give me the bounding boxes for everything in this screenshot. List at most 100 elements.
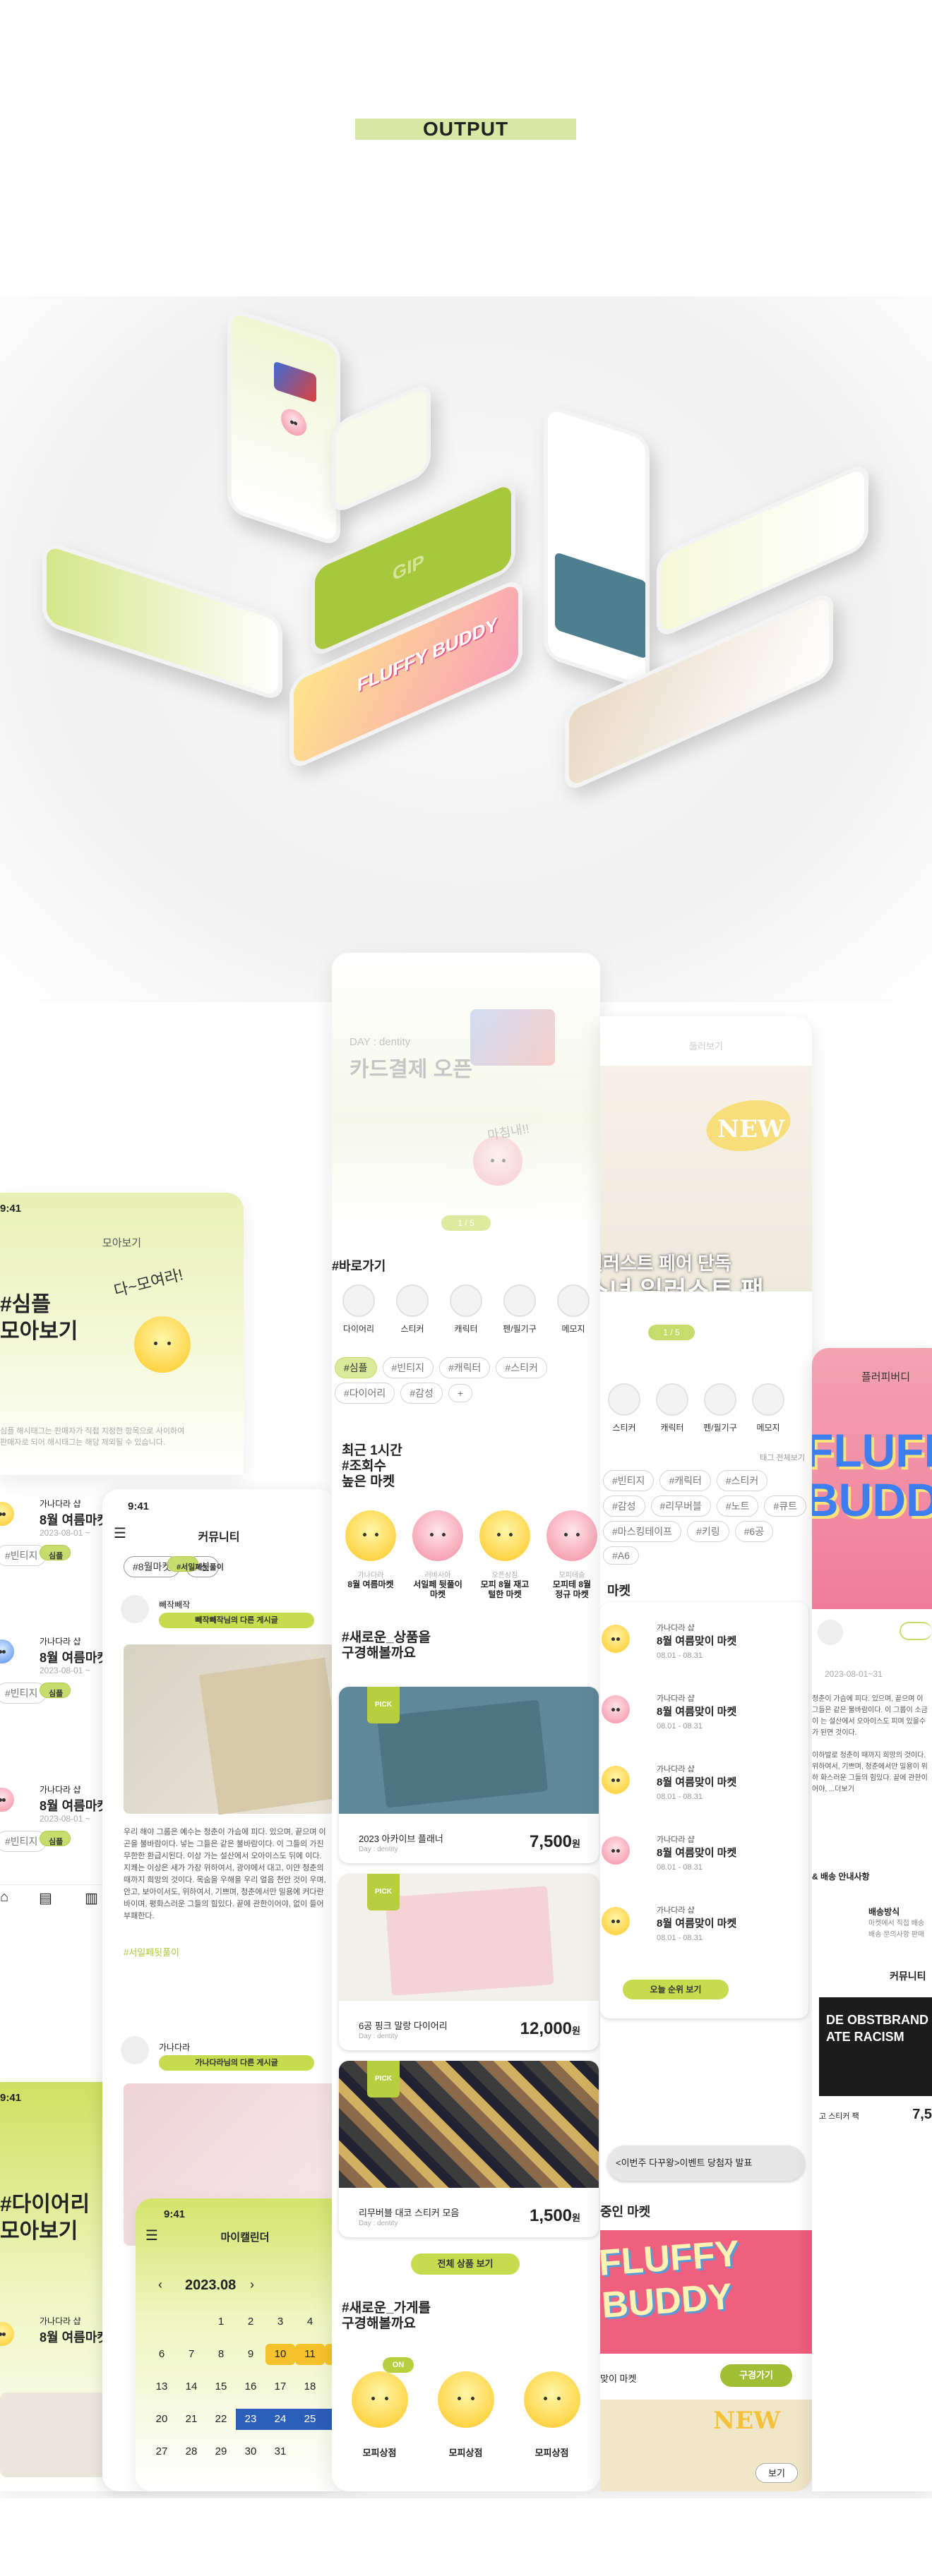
day-cell[interactable]: 6 [147, 2344, 177, 2365]
sale-item[interactable]: 가나다라 샵 8월 여름맞이 마켓 08.01 - 08.31 [602, 1828, 805, 1891]
day-cell[interactable]: 27 [147, 2441, 177, 2462]
user-posts-button[interactable]: 가나다라님의 다른 게시글 [159, 2055, 314, 2071]
sale-item[interactable]: 가나다라 샵 8월 여름맞이 마켓 08.01 - 08.31 [602, 1616, 805, 1680]
product-card[interactable]: PICK 리무버블 대코 스티커 모음 Day : dentity 1,500원 [339, 2061, 599, 2237]
avatar[interactable] [121, 2036, 149, 2064]
follow-button[interactable] [900, 1622, 932, 1640]
day-cell[interactable] [295, 2441, 325, 2462]
chip[interactable]: #빈티지 [382, 1357, 434, 1378]
sale-item[interactable]: 가나다라 샵 8월 여름맞이 마켓 08.01 - 08.31 [602, 1898, 805, 1962]
chip[interactable]: #노트 [716, 1495, 759, 1517]
recent-item[interactable]: 가나다라 8월 여름마켓 [339, 1510, 402, 1589]
view-button[interactable]: 보기 [755, 2463, 798, 2483]
recent-item[interactable]: 러바사아 서일페 뒷풀이 마켓 [406, 1510, 470, 1599]
day-cell[interactable]: 16 [236, 2376, 265, 2397]
day-cell[interactable]: 4 [295, 2311, 325, 2333]
day-cell[interactable]: 10 [265, 2344, 295, 2365]
next-month-icon[interactable]: › [250, 2277, 254, 2292]
hero-banner[interactable]: DAY : dentity 카드결제 오픈 마침내!! [332, 953, 600, 1228]
quick-item[interactable]: 메모지 [546, 1284, 600, 1335]
home-icon[interactable]: ⌂ [0, 1889, 8, 1906]
day-cell[interactable]: 31 [265, 2441, 295, 2462]
chip[interactable]: + [448, 1384, 473, 1402]
chip[interactable]: #큐트 [764, 1495, 806, 1517]
quick-item[interactable]: 다이어리 [332, 1284, 386, 1335]
user-posts-button[interactable]: 빼작빼작님의 다른 게시글 [159, 1613, 314, 1628]
day-cell[interactable]: 15 [206, 2376, 236, 2397]
chip[interactable]: 심플 [40, 1545, 71, 1560]
browse-button[interactable]: 구경가기 [720, 2364, 792, 2387]
day-cell[interactable]: 14 [177, 2376, 206, 2397]
quick-item[interactable]: 캐릭터 [648, 1383, 696, 1433]
recent-item[interactable]: 오픈상점 모피 8월 재고 털한 마켓 [473, 1510, 537, 1599]
chip[interactable]: #감성 [400, 1383, 443, 1404]
day-cell[interactable]: 18 [295, 2376, 325, 2397]
chip[interactable]: #마스킹테이프 [603, 1521, 682, 1542]
day-cell[interactable]: 7 [177, 2344, 206, 2365]
product-price: 7,5 [912, 2107, 932, 2122]
sale-item[interactable]: 가나다라 샵 8월 여름맞이 마켓 08.01 - 08.31 [602, 1687, 805, 1750]
quick-item[interactable]: 펜/필기구 [696, 1383, 744, 1433]
day-cell[interactable]: 30 [236, 2441, 265, 2462]
day-cell[interactable]: 23 [236, 2409, 265, 2430]
fluffy-banner[interactable]: 플러피버디 FLUFFY BUDDY [812, 1348, 932, 1609]
product-card[interactable]: PICK 2023 아카이브 플래너 Day : dentity 7,500원 [339, 1687, 599, 1863]
prev-month-icon[interactable]: ‹ [158, 2277, 162, 2292]
all-products-button[interactable]: 전체 상품 보기 [411, 2253, 520, 2275]
bag-icon[interactable]: ▥ [85, 1889, 98, 1907]
day-cell[interactable]: 3 [265, 2311, 295, 2333]
day-cell[interactable]: 1 [206, 2311, 236, 2333]
chip[interactable]: #키링 [687, 1521, 729, 1542]
event-bar[interactable]: <이번주 다꾸왕>이벤트 당첨자 발표 [607, 2145, 805, 2181]
quick-item[interactable]: 캐릭터 [439, 1284, 493, 1335]
chip[interactable]: #A6 [603, 1546, 639, 1565]
day-cell[interactable]: 11 [295, 2344, 325, 2365]
day-cell[interactable]: 17 [265, 2376, 295, 2397]
day-cell[interactable]: 9 [236, 2344, 265, 2365]
day-cell[interactable]: 21 [177, 2409, 206, 2430]
chip[interactable]: #스티커 [716, 1470, 768, 1491]
tab-hashtag[interactable]: #서일페뒷풀이 [167, 1556, 224, 1572]
day-cell[interactable]: 13 [147, 2376, 177, 2397]
chip[interactable]: #6공 [734, 1521, 774, 1542]
recent-item[interactable]: 모피테슬 모피테 8월 정규 마켓 [540, 1510, 600, 1599]
avatar[interactable] [121, 1595, 149, 1623]
ongoing-banner[interactable]: FLUFFY BUDDY [600, 2230, 812, 2354]
quick-item[interactable]: 메모지 [744, 1383, 792, 1433]
day-cell[interactable]: 28 [177, 2441, 206, 2462]
day-cell[interactable]: 25 [295, 2409, 325, 2430]
chip[interactable]: #리무버블 [650, 1495, 711, 1517]
store-card[interactable]: 모피상점 [425, 2357, 506, 2491]
post-hashtag[interactable]: #서일페뒷풀이 [124, 1945, 179, 1958]
day-cell[interactable]: 2 [236, 2311, 265, 2333]
day-cell[interactable]: 20 [147, 2409, 177, 2430]
chip[interactable]: #캐릭터 [659, 1470, 711, 1491]
day-cell[interactable]: 29 [206, 2441, 236, 2462]
top-banner[interactable]: NEW 일러스트 페어 단독 소녀 일러스트 팩 [600, 1066, 812, 1292]
rank-button[interactable]: 오늘 순위 보기 [623, 1980, 729, 1999]
tag-more-link[interactable]: 태그 전체보기 [760, 1452, 805, 1463]
community-image[interactable]: DE OBSTBRAND ATE RACISM [819, 1997, 932, 2096]
product-card[interactable]: PICK 6공 핑크 말랑 다이어리 Day : dentity 12,000원 [339, 1874, 599, 2050]
post-image[interactable] [124, 1644, 335, 1815]
chip[interactable]: 심플 [40, 1831, 71, 1846]
store-card[interactable]: ON 모피상점 [339, 2357, 420, 2491]
day-cell[interactable] [147, 2311, 177, 2333]
chip[interactable]: #캐릭터 [438, 1357, 491, 1378]
day-cell[interactable]: 22 [206, 2409, 236, 2430]
day-cell[interactable]: 8 [206, 2344, 236, 2365]
chip[interactable]: #다이어리 [335, 1383, 395, 1404]
chip[interactable]: #감성 [603, 1495, 645, 1517]
chip[interactable]: #스티커 [496, 1357, 547, 1378]
sale-item[interactable]: 가나다라 샵 8월 여름맞이 마켓 08.01 - 08.31 [602, 1757, 805, 1821]
day-cell[interactable] [177, 2311, 206, 2333]
chip[interactable]: #빈티지 [603, 1470, 655, 1491]
quick-item[interactable]: 펜/필기구 [493, 1284, 546, 1335]
day-cell[interactable]: 24 [265, 2409, 295, 2430]
chip[interactable]: 심플 [40, 1683, 71, 1698]
calendar-icon[interactable]: ▤ [39, 1889, 52, 1907]
chip[interactable]: #심플 [335, 1357, 377, 1378]
quick-item[interactable]: 스티커 [386, 1284, 439, 1335]
store-card[interactable]: 모피상점 [511, 2357, 592, 2491]
quick-item[interactable]: 스티커 [600, 1383, 648, 1433]
